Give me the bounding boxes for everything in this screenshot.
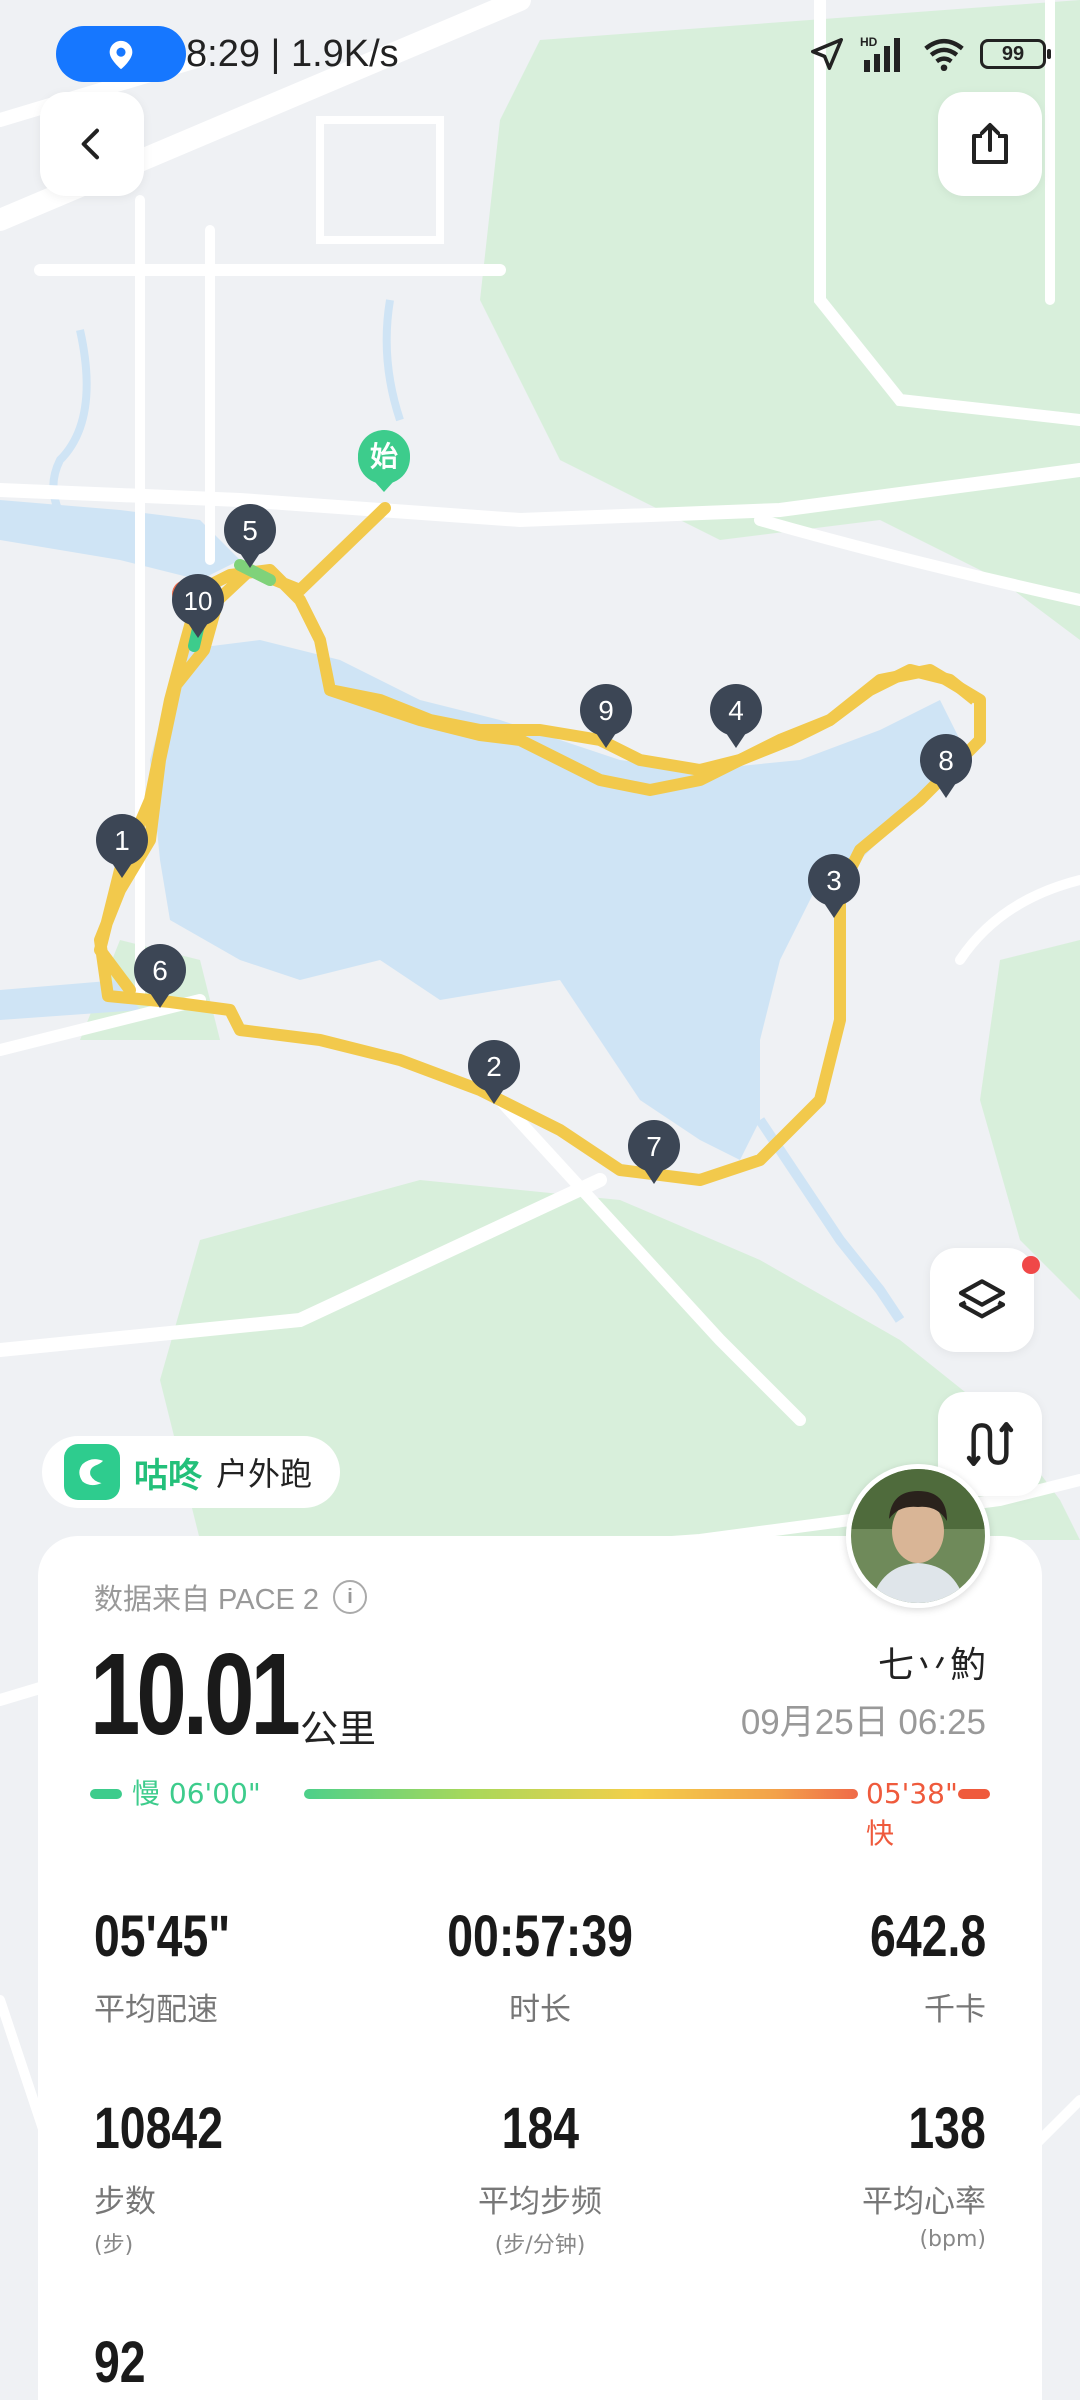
- status-bar: 8:29 | 1.9K/s HD 99: [0, 0, 1080, 100]
- battery-indicator: 99: [980, 39, 1051, 69]
- km-marker-label: 6: [152, 955, 168, 986]
- pace-gradient-bar: [304, 1789, 858, 1799]
- layers-icon: [958, 1279, 1006, 1319]
- back-button[interactable]: [40, 92, 144, 196]
- location-icon: [109, 40, 133, 70]
- stat-value: 138: [908, 2096, 986, 2161]
- stat-duration: 00:57:39 时长: [390, 1908, 690, 2029]
- signal-icon: HD: [860, 35, 900, 72]
- sport-tag[interactable]: 咕咚 户外跑: [42, 1436, 341, 1508]
- stat-extra: 92: [94, 2334, 159, 2392]
- notification-dot: [1022, 1256, 1040, 1274]
- stat-value: 92: [94, 2330, 146, 2395]
- location-indicator[interactable]: [56, 26, 186, 82]
- hd-label: HD: [860, 35, 878, 49]
- share-button[interactable]: [938, 92, 1042, 196]
- stat-unit: (步): [94, 2233, 134, 2258]
- stat-label: 平均配速: [94, 1992, 218, 2028]
- user-avatar[interactable]: [846, 1464, 990, 1608]
- km-marker-label: 2: [486, 1051, 502, 1082]
- workout-summary-card: 数据来自 PACE 2 i 10.01 公里 七丷魡 09月25日 06:25 …: [38, 1464, 1042, 2400]
- stat-label: 平均心率: [862, 2184, 986, 2220]
- share-icon: [972, 123, 1008, 164]
- stat-label: 千卡: [924, 1992, 986, 2028]
- stat-label: 步数: [94, 2184, 156, 2220]
- km-marker-label: 7: [646, 1131, 662, 1162]
- pace-fast-swatch: [958, 1789, 990, 1799]
- pace-legend: 慢 06'00" 05'38" 快: [90, 1774, 990, 1850]
- wifi-icon: [924, 38, 964, 72]
- app-brand: 咕咚: [134, 1455, 202, 1496]
- sport-type: 户外跑: [216, 1455, 313, 1493]
- km-marker-label: 3: [826, 865, 842, 896]
- start-marker-label: 始: [370, 440, 398, 473]
- app-logo-icon: [64, 1444, 120, 1500]
- username: 七丷魡: [877, 1645, 986, 1686]
- km-marker-label: 1: [114, 825, 130, 856]
- stat-unit: (步/分钟): [494, 2233, 586, 2258]
- km-marker-label: 4: [728, 695, 744, 726]
- distance-unit: 公里: [300, 1707, 377, 1751]
- stat-label: 时长: [509, 1992, 571, 2028]
- map-layers-button[interactable]: [930, 1248, 1034, 1352]
- stat-value: 642.8: [869, 1904, 986, 1969]
- stat-value: 05'45": [94, 1904, 231, 1969]
- data-source-label: 数据来自 PACE 2: [94, 1584, 320, 1616]
- stat-avg-pace: 05'45" 平均配速: [94, 1908, 264, 2029]
- status-time-speed: 8:29 | 1.9K/s: [186, 33, 399, 75]
- stat-value: 184: [501, 2096, 579, 2161]
- distance-value: 10.01: [90, 1629, 301, 1759]
- status-icons: HD 99: [808, 32, 1051, 76]
- pace-slow-swatch: [90, 1789, 122, 1799]
- stat-label: 平均步频: [478, 2184, 602, 2220]
- km-marker-label: 9: [598, 695, 614, 726]
- stat-steps: 10842 步数 (步): [94, 2100, 255, 2259]
- stat-cadence: 184 平均步频 (步/分钟): [390, 2100, 690, 2259]
- stat-unit: (bpm): [919, 2227, 986, 2252]
- stat-heart-rate: 138 平均心率 (bpm): [686, 2096, 986, 2253]
- back-icon: [81, 128, 99, 160]
- stat-calories: 642.8 千卡: [686, 1908, 986, 2029]
- info-icon[interactable]: i: [333, 1580, 368, 1614]
- stat-value: 00:57:39: [447, 1904, 633, 1969]
- route-icon: [966, 1421, 1014, 1467]
- pace-fast-label: 05'38" 快: [866, 1777, 958, 1850]
- data-source: 数据来自 PACE 2 i: [94, 1576, 368, 1618]
- km-marker-label: 5: [242, 515, 258, 546]
- stat-value: 10842: [94, 2096, 224, 2161]
- navigation-icon: [811, 38, 843, 70]
- km-marker-label: 10: [184, 586, 213, 616]
- workout-datetime: 09月25日 06:25: [740, 1703, 986, 1742]
- km-marker-label: 8: [938, 745, 954, 776]
- pace-slow-label: 慢 06'00": [132, 1777, 261, 1810]
